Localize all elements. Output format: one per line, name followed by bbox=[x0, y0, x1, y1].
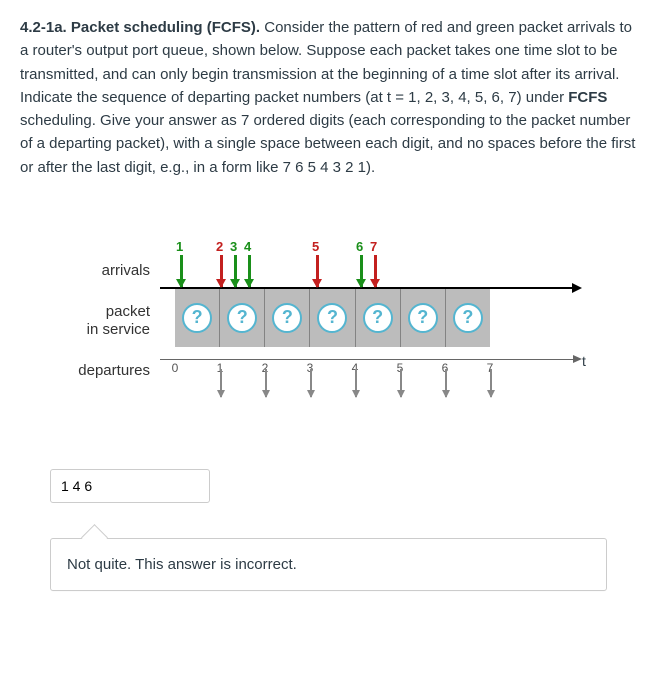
question-text: 4.2-1a. Packet scheduling (FCFS). Consid… bbox=[20, 16, 637, 179]
feedback-text: Not quite. This answer is incorrect. bbox=[67, 556, 297, 573]
service-slot: ? bbox=[219, 289, 264, 347]
arrival-arrow-3: 3 bbox=[234, 255, 237, 287]
question-mark-icon: ? bbox=[363, 303, 393, 333]
service-slot: ? bbox=[445, 289, 490, 347]
t-axis-label: t bbox=[582, 351, 586, 373]
arrival-number: 2 bbox=[216, 237, 223, 257]
arrival-number: 3 bbox=[230, 237, 237, 257]
departure-arrow bbox=[445, 369, 447, 397]
answer-input[interactable] bbox=[50, 469, 210, 503]
arrival-arrow-5: 5 bbox=[316, 255, 319, 287]
question-number: 4.2-1a. bbox=[20, 19, 67, 36]
arrival-number: 7 bbox=[370, 237, 377, 257]
question-mark-icon: ? bbox=[182, 303, 212, 333]
label-in-service: packetin service bbox=[60, 303, 150, 339]
arrival-arrow-7: 7 bbox=[374, 255, 377, 287]
service-slot: ? bbox=[400, 289, 445, 347]
question-mark-icon: ? bbox=[408, 303, 438, 333]
feedback-box: Not quite. This answer is incorrect. bbox=[50, 538, 607, 591]
departure-arrow bbox=[220, 369, 222, 397]
service-slot: ? bbox=[175, 289, 219, 347]
departure-arrow bbox=[355, 369, 357, 397]
arrival-number: 6 bbox=[356, 237, 363, 257]
question-mark-icon: ? bbox=[227, 303, 257, 333]
question-body-2: scheduling. Give your answer as 7 ordere… bbox=[20, 112, 635, 176]
label-departures: departures bbox=[60, 359, 150, 382]
service-slot: ? bbox=[355, 289, 400, 347]
time-tick: 0 bbox=[172, 359, 179, 378]
service-slot: ? bbox=[264, 289, 309, 347]
label-arrivals: arrivals bbox=[80, 259, 150, 282]
question-mark-icon: ? bbox=[453, 303, 483, 333]
departure-arrow bbox=[400, 369, 402, 397]
departure-arrow bbox=[490, 369, 492, 397]
scheduling-diagram: arrivals packetin service departures 1 23… bbox=[20, 209, 637, 419]
arrival-arrow-4: 4 bbox=[248, 255, 251, 287]
arrival-arrow-2: 2 bbox=[220, 255, 223, 287]
departure-arrow bbox=[310, 369, 312, 397]
arrival-arrow-6: 6 bbox=[360, 255, 363, 287]
question-mark-icon: ? bbox=[272, 303, 302, 333]
service-slots: ??????? bbox=[175, 289, 490, 347]
question-mark-icon: ? bbox=[317, 303, 347, 333]
policy-bold: FCFS bbox=[568, 89, 607, 106]
arrival-number: 4 bbox=[244, 237, 251, 257]
service-slot: ? bbox=[309, 289, 354, 347]
question-topic: Packet scheduling (FCFS). bbox=[71, 19, 260, 36]
arrival-arrow-1: 1 bbox=[180, 255, 183, 287]
arrival-number: 1 bbox=[176, 237, 183, 257]
arrival-number: 5 bbox=[312, 237, 319, 257]
departure-arrow bbox=[265, 369, 267, 397]
